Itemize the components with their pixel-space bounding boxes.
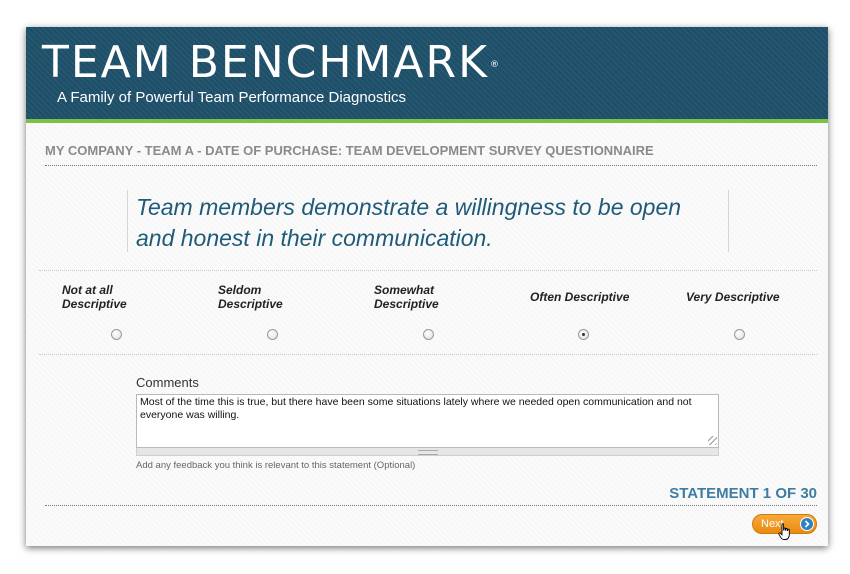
- option-label-often: Often Descriptive: [530, 290, 629, 304]
- option-label-very: Very Descriptive: [686, 290, 780, 304]
- divider: [39, 270, 817, 271]
- option-label-line: Often Descriptive: [530, 290, 630, 304]
- option-label-line: Very Descriptive: [686, 290, 780, 304]
- tagline: A Family of Powerful Team Performance Di…: [57, 89, 407, 106]
- textarea-drag-handle[interactable]: [136, 448, 719, 456]
- option-label-line: Somewhat: [374, 283, 435, 297]
- option-label-somewhat: Somewhat Descriptive: [374, 283, 439, 311]
- survey-window: TEAM BENCHMARK® A Family of Powerful Tea…: [26, 27, 828, 546]
- registered-mark: ®: [489, 60, 501, 70]
- comments-helper-text: Add any feedback you think is relevant t…: [136, 460, 416, 471]
- hand-cursor-icon: [778, 523, 790, 540]
- logo-text: TEAM BENCHMARK: [42, 37, 489, 88]
- breadcrumb: MY COMPANY - TEAM A - DATE OF PURCHASE: …: [45, 143, 654, 158]
- option-label-line: Descriptive: [218, 297, 283, 311]
- arrow-right-circle-icon: [800, 517, 814, 531]
- radio-somewhat-descriptive[interactable]: [423, 329, 434, 340]
- radio-often-descriptive[interactable]: [578, 329, 589, 340]
- statement-box: Team members demonstrate a willingness t…: [127, 190, 729, 252]
- logo: TEAM BENCHMARK®: [42, 41, 501, 85]
- option-label-seldom: Seldom Descriptive: [218, 283, 283, 311]
- option-label-not-at-all: Not at all Descriptive: [62, 283, 127, 311]
- comments-label: Comments: [136, 375, 199, 390]
- comments-textarea[interactable]: Most of the time this is true, but there…: [136, 394, 719, 448]
- radio-seldom-descriptive[interactable]: [267, 329, 278, 340]
- resize-grip-icon[interactable]: [708, 436, 717, 445]
- radio-not-at-all-descriptive[interactable]: [111, 329, 122, 340]
- statement-counter: STATEMENT 1 OF 30: [669, 485, 817, 502]
- option-label-line: Not at all: [62, 283, 113, 297]
- option-label-line: Seldom: [218, 283, 262, 297]
- divider: [45, 505, 817, 506]
- option-label-line: Descriptive: [374, 297, 439, 311]
- divider: [39, 354, 817, 355]
- statement-text: Team members demonstrate a willingness t…: [136, 194, 682, 251]
- option-label-line: Descriptive: [62, 297, 127, 311]
- grip-lines-icon: [418, 450, 438, 455]
- survey-content: MY COMPANY - TEAM A - DATE OF PURCHASE: …: [26, 123, 828, 546]
- divider: [45, 165, 817, 166]
- radio-very-descriptive[interactable]: [734, 329, 745, 340]
- header-banner: TEAM BENCHMARK® A Family of Powerful Tea…: [26, 27, 828, 119]
